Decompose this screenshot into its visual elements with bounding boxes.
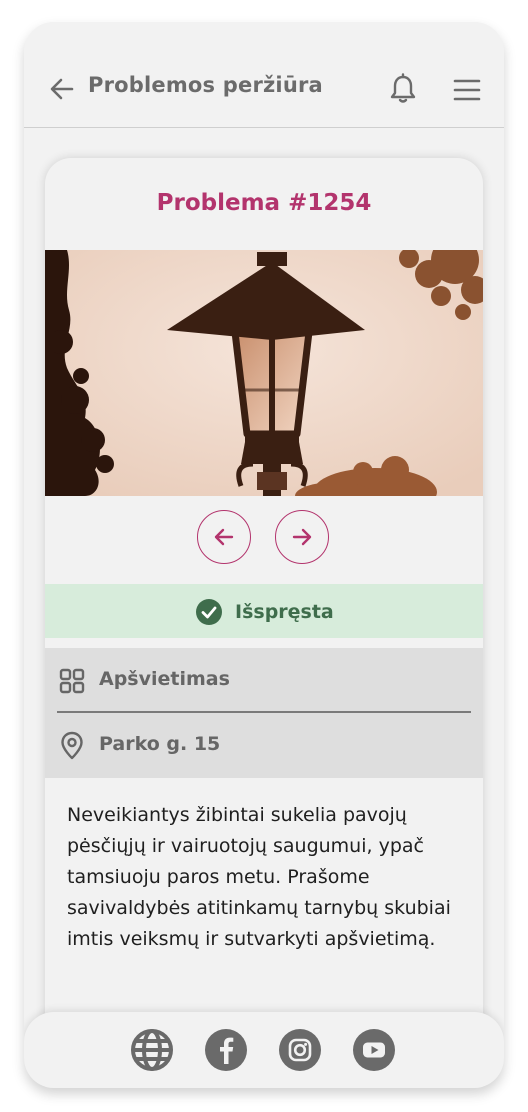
issue-details: Apšvietimas Parko g. 15 [45, 648, 483, 778]
phone-frame: Problemos peržiūra Problema #1254 Išsprę… [24, 22, 504, 1088]
bell-icon [390, 73, 416, 103]
notifications-button[interactable] [388, 73, 418, 105]
status-badge: Išspręsta [195, 598, 334, 626]
status-banner: Išspręsta [45, 584, 483, 638]
status-label: Išspręsta [235, 601, 334, 623]
location-pin-icon [61, 731, 83, 760]
footer-bar [24, 1012, 504, 1088]
divider [57, 711, 471, 713]
address-label: Parko g. 15 [99, 733, 221, 755]
menu-button[interactable] [452, 77, 482, 103]
globe-icon [131, 1029, 173, 1071]
arrow-left-circle-icon [214, 528, 234, 546]
issue-photo [45, 250, 483, 496]
website-link[interactable] [130, 1028, 174, 1072]
check-circle-icon [196, 599, 222, 625]
youtube-link[interactable] [352, 1028, 396, 1072]
instagram-icon [279, 1029, 321, 1071]
issue-title: Problema #1254 [156, 190, 372, 216]
grid-icon [59, 668, 85, 694]
page-title: Problemos peržiūra [88, 73, 323, 97]
top-bar: Problemos peržiūra [24, 22, 504, 128]
street-lamp-photo [45, 250, 483, 496]
facebook-icon [205, 1029, 247, 1071]
arrow-right-circle-icon [292, 528, 312, 546]
facebook-link[interactable] [204, 1028, 248, 1072]
next-photo-button[interactable] [275, 510, 329, 564]
instagram-link[interactable] [278, 1028, 322, 1072]
youtube-icon [353, 1029, 395, 1071]
issue-card: Problema #1254 Išspręsta Apšvietimas Par… [45, 158, 483, 1088]
category-row: Apšvietimas [45, 648, 483, 712]
address-row: Parko g. 15 [45, 714, 483, 778]
previous-photo-button[interactable] [197, 510, 251, 564]
hamburger-menu-icon [453, 79, 481, 101]
category-label: Apšvietimas [99, 668, 230, 690]
issue-description: Neveikiantys žibintai sukelia pavojų pės… [67, 804, 451, 950]
back-button[interactable] [48, 75, 76, 103]
arrow-left-icon [50, 78, 74, 100]
